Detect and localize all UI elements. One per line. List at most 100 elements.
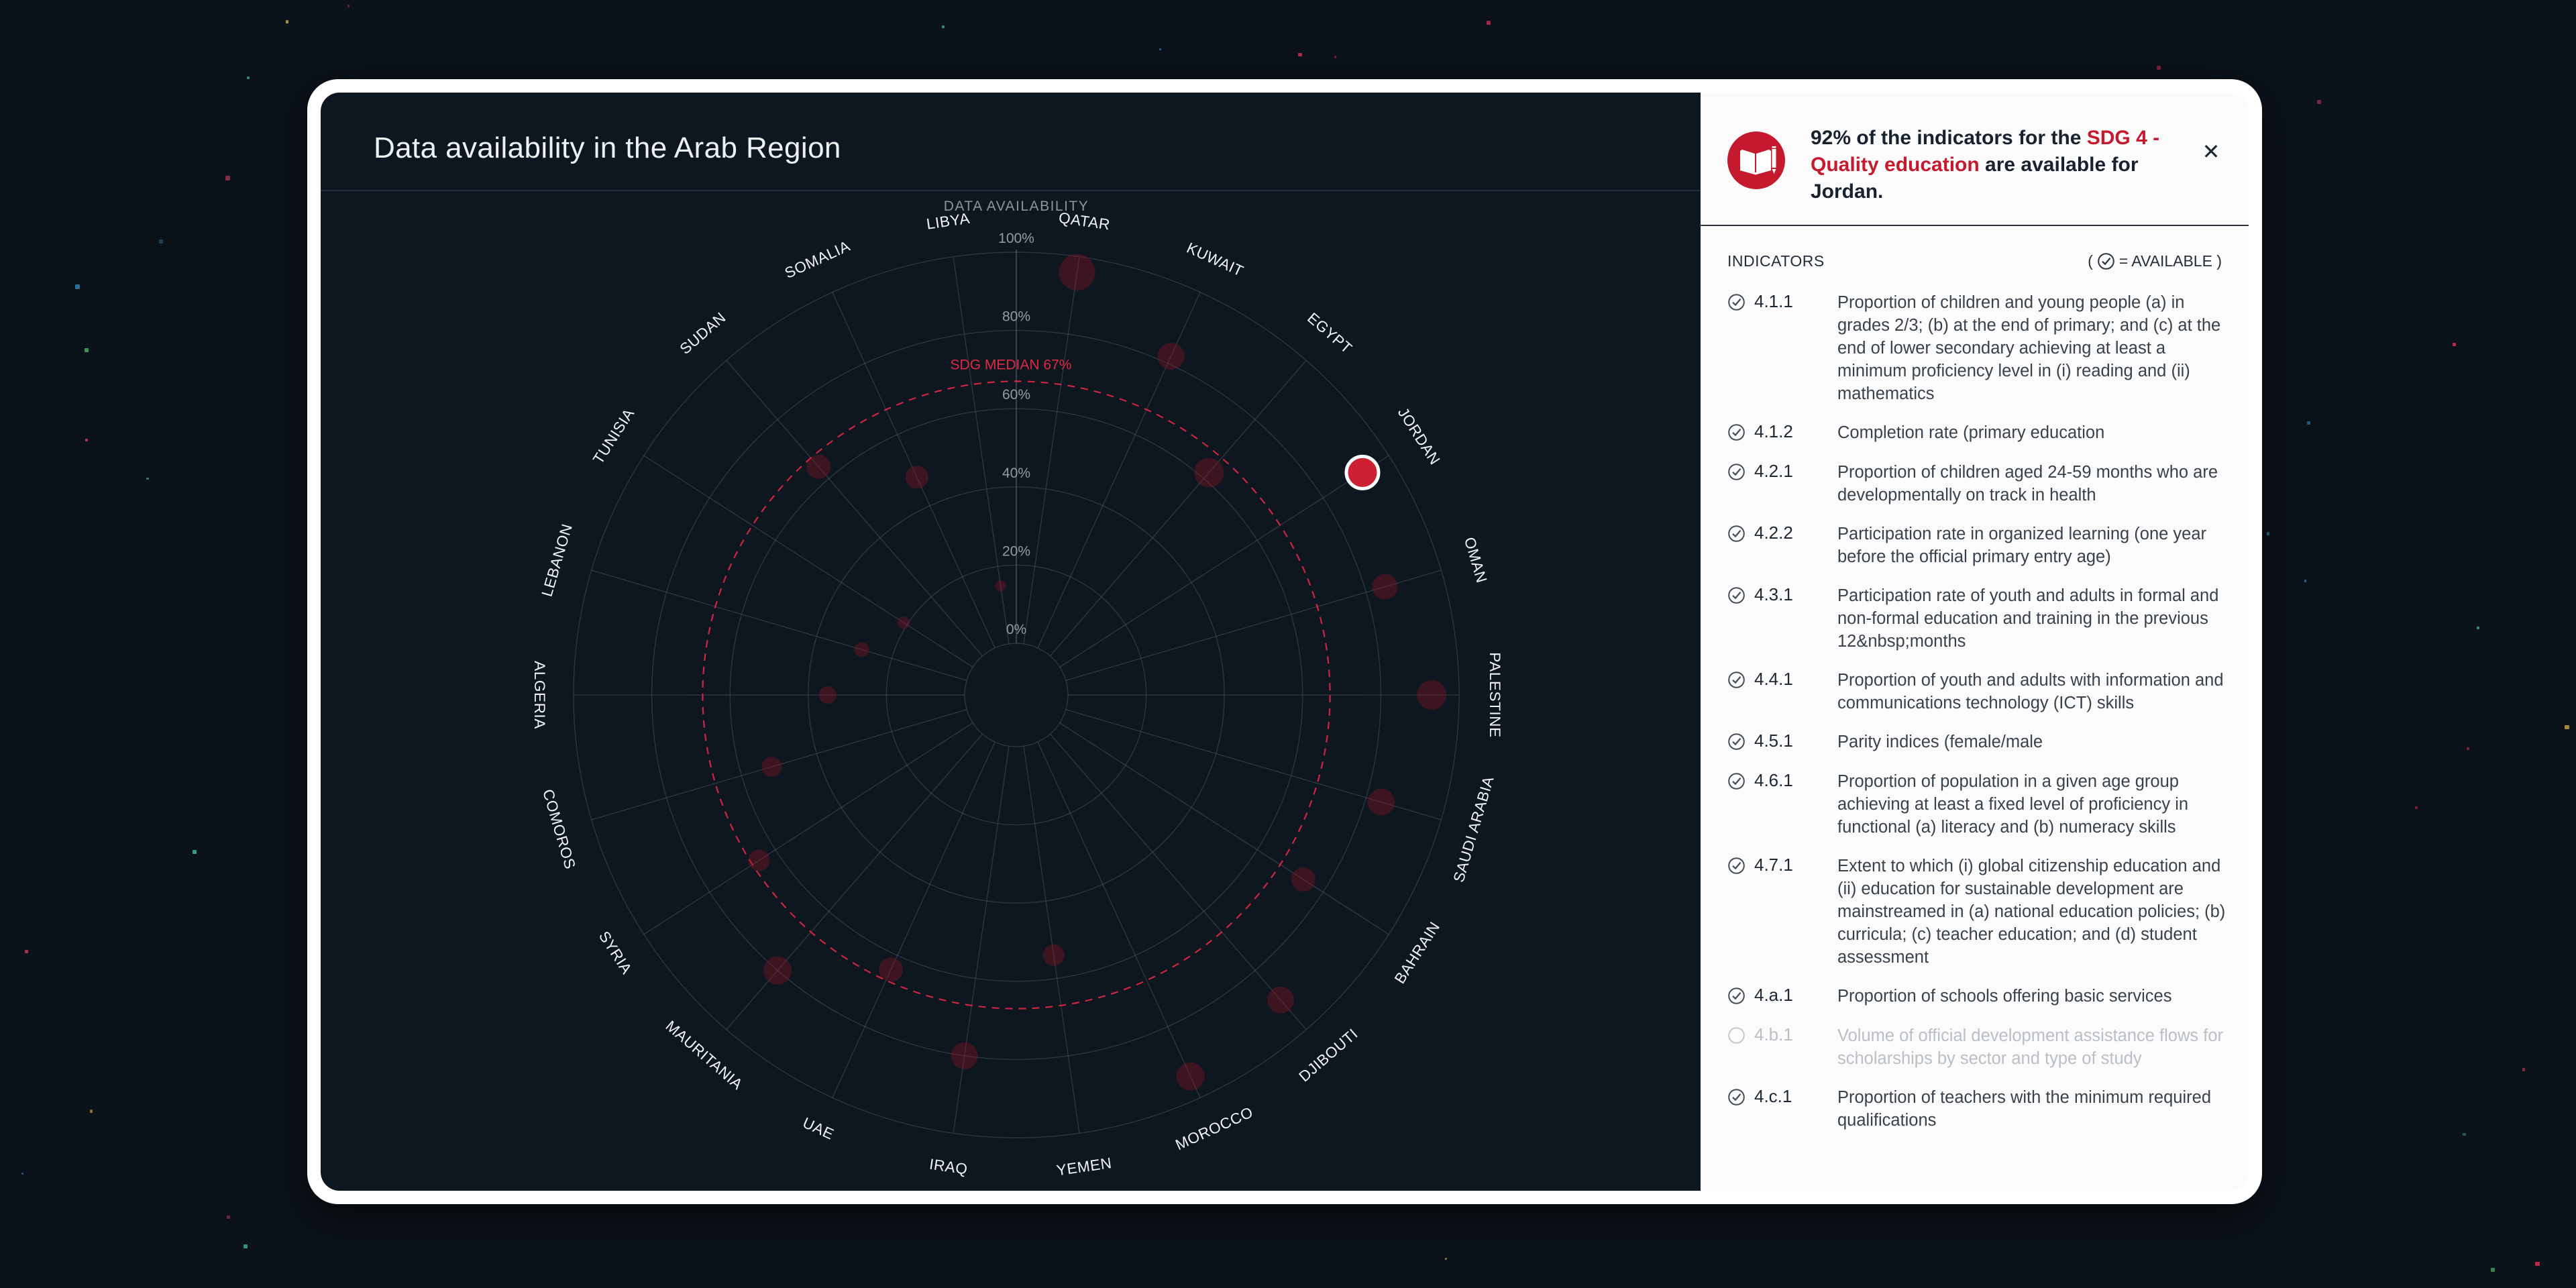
country-label-lebanon[interactable]: LEBANON [539, 522, 576, 598]
check-circle-icon [1727, 770, 1750, 839]
country-label-yemen[interactable]: YEMEN [1055, 1155, 1113, 1179]
check-circle-icon [1727, 985, 1750, 1008]
country-label-sudan[interactable]: SUDAN [677, 309, 729, 358]
indicator-id: 4.5.1 [1754, 731, 1833, 754]
indicator-row: 4.4.1Proportion of youth and adults with… [1727, 669, 2231, 714]
country-label-qatar[interactable]: QATAR [1058, 209, 1112, 233]
country-bubble-qatar[interactable] [1059, 254, 1095, 290]
highlighted-country-bubble-jordan[interactable] [1346, 456, 1379, 488]
country-label-palestine[interactable]: PALESTINE [1487, 652, 1503, 738]
check-circle-icon [1727, 421, 1750, 445]
speckle-dot [347, 5, 350, 7]
speckle-dot [2491, 1268, 2495, 1272]
speckle-dot [2307, 421, 2310, 425]
country-label-mauritania[interactable]: MAURITANIA [663, 1018, 747, 1093]
axis-tick-label: 60% [1002, 387, 1030, 402]
check-circle-icon [2097, 252, 2115, 270]
country-bubble-bahrain[interactable] [1291, 867, 1316, 892]
country-bubble-lebanon[interactable] [854, 642, 869, 657]
country-label-iraq[interactable]: IRAQ [928, 1156, 969, 1178]
indicator-id: 4.7.1 [1754, 855, 1833, 969]
speckle-dot [227, 1216, 230, 1219]
grid-spoke [644, 723, 973, 934]
speckle-dot [21, 1173, 23, 1175]
country-bubble-tunisia[interactable] [898, 616, 910, 629]
country-bubble-sudan[interactable] [806, 455, 830, 479]
speckle-dot [247, 76, 250, 79]
country-bubble-libya[interactable] [996, 580, 1006, 591]
speckle-dot [85, 439, 88, 441]
indicator-row: 4.2.1Proportion of children aged 24-59 m… [1727, 461, 2231, 506]
country-label-oman[interactable]: OMAN [1461, 535, 1491, 585]
speckle-dot [1445, 1258, 1447, 1260]
speckle-dot [1487, 21, 1491, 25]
country-label-syria[interactable]: SYRIA [596, 928, 635, 977]
indicator-description: Parity indices (female/male [1837, 731, 2231, 754]
country-label-somalia[interactable]: SOMALIA [782, 237, 853, 282]
country-bubble-somalia[interactable] [906, 466, 928, 488]
country-label-bahrain[interactable]: BAHRAIN [1391, 918, 1443, 986]
indicator-id: 4.1.2 [1754, 421, 1833, 445]
speckle-dot [2477, 627, 2479, 629]
country-label-egypt[interactable]: EGYPT [1304, 309, 1355, 357]
indicator-id: 4.a.1 [1754, 985, 1833, 1008]
country-label-tunisia[interactable]: TUNISIA [590, 405, 637, 467]
country-label-uae[interactable]: UAE [800, 1114, 837, 1143]
country-label-comoros[interactable]: COMOROS [539, 788, 579, 871]
check-circle-icon [1727, 523, 1750, 568]
country-label-libya[interactable]: LIBYA [925, 210, 971, 233]
close-icon[interactable]: ✕ [2196, 137, 2226, 166]
indicators-label: INDICATORS [1727, 252, 1825, 270]
open-book-pencil-icon [1727, 131, 1785, 189]
indicator-description: Proportion of children aged 24-59 months… [1837, 461, 2231, 506]
indicator-description: Proportion of youth and adults with info… [1837, 669, 2231, 714]
grid-spoke [592, 570, 967, 680]
speckle-dot [942, 25, 944, 28]
indicator-id: 4.6.1 [1754, 770, 1833, 839]
country-label-morocco[interactable]: MOROCCO [1173, 1104, 1255, 1153]
speckle-dot [1159, 48, 1161, 50]
country-bubble-egypt[interactable] [1194, 458, 1224, 488]
check-circle-icon [1727, 584, 1750, 653]
headline-text: . [1878, 180, 1883, 203]
axis-tick-label: 20% [1002, 543, 1030, 559]
country-bubble-syria[interactable] [748, 850, 769, 871]
available-legend: ( = AVAILABLE ) [2088, 252, 2222, 270]
indicator-row: 4.1.1Proportion of children and young pe… [1727, 291, 2231, 405]
indicator-description: Completion rate (primary education [1837, 421, 2231, 445]
country-bubble-kuwait[interactable] [1158, 343, 1185, 370]
speckle-dot [90, 1110, 93, 1112]
indicator-row: 4.5.1Parity indices (female/male [1727, 731, 2231, 754]
country-bubble-morocco[interactable] [1177, 1063, 1205, 1091]
country-label-algeria[interactable]: ALGERIA [531, 661, 548, 729]
country-bubble-djibouti[interactable] [1267, 987, 1294, 1014]
country-label-djibouti[interactable]: DJIBOUTI [1296, 1025, 1361, 1085]
indicator-id: 4.2.1 [1754, 461, 1833, 506]
country-bubble-palestine[interactable] [1417, 680, 1446, 710]
country-bubble-iraq[interactable] [951, 1042, 978, 1069]
country-bubble-oman[interactable] [1372, 574, 1397, 600]
indicator-description: Proportion of schools offering basic ser… [1837, 985, 2231, 1008]
country-bubble-saudi-arabia[interactable] [1368, 789, 1395, 816]
speckle-dot [2467, 747, 2469, 750]
country-bubble-uae[interactable] [879, 957, 903, 981]
speckle-dot [2463, 1133, 2466, 1136]
speckle-dot [193, 850, 197, 854]
grid-spoke [1024, 746, 1079, 1133]
indicator-description: Participation rate in organized learning… [1837, 523, 2231, 568]
country-label-kuwait[interactable]: KUWAIT [1184, 239, 1246, 280]
grid-spoke [1050, 360, 1306, 656]
indicator-row: 4.1.2Completion rate (primary education [1727, 421, 2231, 445]
country-bubble-mauritania[interactable] [763, 957, 792, 985]
country-bubble-algeria[interactable] [819, 686, 837, 704]
country-bubble-yemen[interactable] [1043, 945, 1065, 966]
indicator-list: 4.1.1Proportion of children and young pe… [1727, 291, 2231, 1185]
indicator-row: 4.b.1Volume of official development assi… [1727, 1024, 2231, 1070]
country-label-saudi-arabia[interactable]: SAUDI ARABIA [1450, 774, 1497, 884]
legend-open-paren: ( [2088, 252, 2093, 270]
speckle-dot [2415, 806, 2418, 809]
speckle-dot [225, 176, 230, 180]
indicator-id: 4.3.1 [1754, 584, 1833, 653]
country-label-jordan[interactable]: JORDAN [1395, 405, 1444, 468]
country-bubble-comoros[interactable] [761, 757, 782, 777]
